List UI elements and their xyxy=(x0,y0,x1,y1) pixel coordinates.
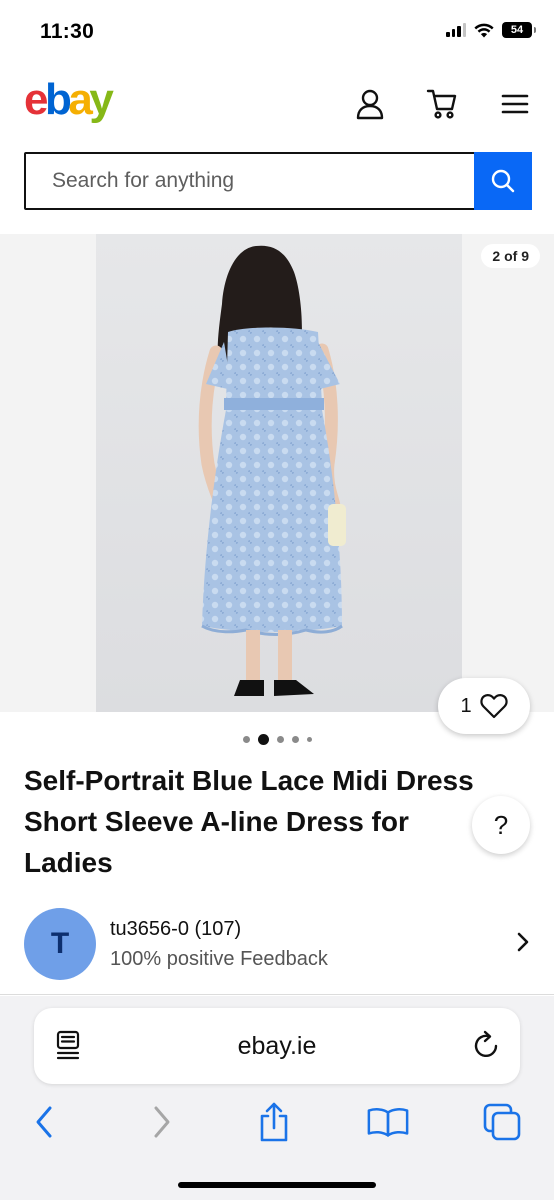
battery-icon: 54 xyxy=(502,22,536,38)
back-button[interactable] xyxy=(22,1100,66,1144)
cart-button[interactable] xyxy=(424,86,460,122)
product-title-line: Ladies xyxy=(24,847,113,878)
site-header: ebay xyxy=(0,70,554,140)
browser-toolbar: ebay.ie xyxy=(0,996,554,1200)
menu-button[interactable] xyxy=(497,86,533,122)
back-icon xyxy=(36,1106,52,1138)
product-title-line: Self-Portrait Blue Lace Midi Dress xyxy=(24,765,474,796)
search-input[interactable] xyxy=(26,154,474,208)
tabs-button[interactable] xyxy=(480,1100,524,1144)
forward-icon xyxy=(154,1106,170,1138)
pagination-dot[interactable] xyxy=(306,737,312,742)
forward-button[interactable] xyxy=(140,1100,184,1144)
heart-icon xyxy=(479,694,508,719)
search-bar xyxy=(24,152,532,210)
address-bar[interactable]: ebay.ie xyxy=(34,1008,520,1084)
ebay-logo[interactable]: ebay xyxy=(24,78,114,122)
cellular-signal-icon xyxy=(446,23,466,37)
cart-icon xyxy=(426,89,457,119)
seller-name: tu3656-0 (107) xyxy=(110,918,242,940)
status-bar: 11:30 54 xyxy=(0,0,554,64)
seller-info-row[interactable]: T tu3656-0 (107) 100% positive Feedback xyxy=(0,902,554,994)
pagination-dot[interactable] xyxy=(242,736,250,743)
pagination-dot[interactable] xyxy=(291,736,299,743)
help-button[interactable]: ? xyxy=(472,796,530,854)
status-icons: 54 xyxy=(446,22,536,38)
watch-count: 1 xyxy=(460,694,472,717)
search-icon xyxy=(491,169,515,193)
pagination-dot-active[interactable] xyxy=(257,734,269,745)
chevron-right-icon xyxy=(517,932,529,952)
section-divider xyxy=(0,994,554,995)
watch-button[interactable]: 1 xyxy=(438,678,530,734)
bookmarks-icon xyxy=(367,1108,409,1137)
product-title-line: Short Sleeve A-line Dress for xyxy=(24,806,409,837)
pagination-dot[interactable] xyxy=(276,736,284,743)
wifi-icon xyxy=(474,23,494,37)
status-time: 11:30 xyxy=(40,20,95,43)
seller-avatar: T xyxy=(24,908,96,980)
share-button[interactable] xyxy=(252,1100,296,1144)
product-title: Self-Portrait Blue Lace Midi Dress Short… xyxy=(24,760,524,883)
product-image-gallery[interactable] xyxy=(0,234,554,712)
bookmarks-button[interactable] xyxy=(366,1100,410,1144)
url-text: ebay.ie xyxy=(237,1032,317,1060)
menu-icon xyxy=(501,94,529,114)
tabs-icon xyxy=(483,1103,521,1141)
home-indicator xyxy=(178,1182,376,1188)
search-button[interactable] xyxy=(474,152,532,210)
gallery-pagination-dots xyxy=(0,734,554,745)
share-icon xyxy=(260,1102,288,1142)
seller-feedback: 100% positive Feedback xyxy=(110,948,328,970)
user-icon xyxy=(356,89,384,120)
product-photo[interactable] xyxy=(96,234,462,712)
reload-icon[interactable] xyxy=(472,1028,502,1060)
dress-illustration xyxy=(198,245,346,696)
image-counter: 2 of 9 xyxy=(481,244,540,268)
account-button[interactable] xyxy=(352,86,388,122)
